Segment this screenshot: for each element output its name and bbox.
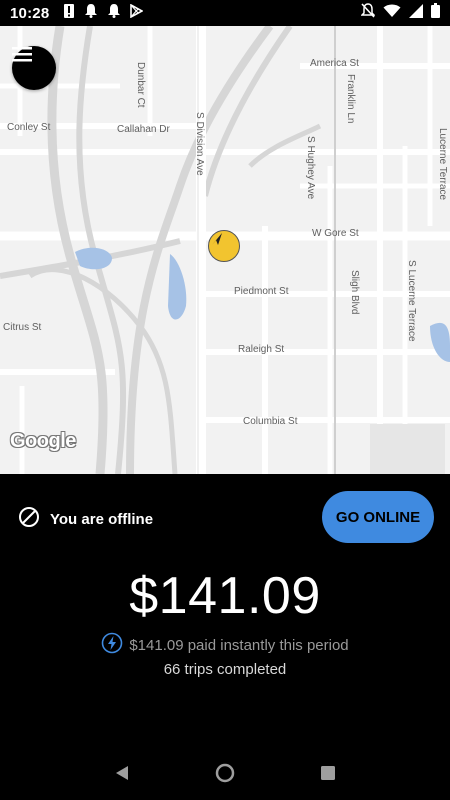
driver-status-panel: You are offline GO ONLINE $141.09 $141.0… — [0, 474, 450, 750]
street-label-hughey: S Hughey Ave — [305, 136, 316, 200]
earnings-amount: $141.09 — [129, 567, 321, 625]
street-label-citrus: Citrus St — [3, 322, 42, 333]
status-right-icons — [360, 3, 440, 23]
instant-pay-text: $141.09 paid instantly this period — [129, 636, 349, 654]
google-logo: Google — [10, 430, 76, 452]
instant-pay-row: $141.09 paid instantly this period — [0, 632, 450, 658]
back-icon — [114, 765, 130, 786]
street-label-america: America St — [310, 58, 359, 69]
street-label-dunbar: Dunbar Ct — [135, 62, 146, 108]
home-button[interactable] — [205, 755, 245, 795]
status-bar: 10:28 — [0, 0, 450, 26]
status-time: 10:28 — [10, 4, 50, 22]
status-left-icons — [63, 3, 145, 23]
wifi-icon — [383, 4, 401, 23]
map-view[interactable]: America St Franklin Ln Dunbar Ct Conley … — [0, 26, 450, 474]
trips-completed-text: 66 trips completed — [163, 661, 287, 678]
notification-bell-icon — [84, 3, 98, 23]
lightning-icon — [101, 632, 123, 658]
street-label-piedmont: Piedmont St — [234, 286, 289, 297]
battery-icon — [431, 3, 440, 23]
signal-icon — [409, 3, 423, 23]
street-label-sligh: Sligh Blvd — [349, 270, 360, 315]
back-button[interactable] — [102, 755, 142, 795]
recents-button[interactable] — [308, 755, 348, 795]
notifications-off-icon — [360, 3, 376, 23]
offline-status: You are offline — [18, 506, 153, 533]
street-label-lucerne-terrace: Lucerne Terrace — [437, 128, 448, 201]
alert-icon — [63, 3, 75, 23]
street-label-division: S Division Ave — [194, 112, 205, 176]
home-icon — [215, 763, 235, 788]
offline-status-text: You are offline — [50, 511, 154, 528]
street-label-s-lucerne: S Lucerne Terrace — [406, 260, 417, 342]
go-online-button[interactable]: GO ONLINE — [322, 491, 434, 543]
street-label-callahan: Callahan Dr — [117, 124, 170, 135]
menu-button[interactable] — [12, 46, 56, 90]
vehicle-location-marker — [208, 230, 240, 262]
notification-bell-icon — [107, 3, 121, 23]
street-label-raleigh: Raleigh St — [238, 344, 285, 355]
street-label-gore: W Gore St — [312, 228, 359, 239]
play-store-icon — [130, 3, 145, 23]
system-nav-bar — [0, 750, 450, 800]
offline-icon — [18, 506, 40, 533]
street-label-columbia: Columbia St — [243, 416, 298, 427]
street-label-franklin: Franklin Ln — [345, 74, 356, 124]
street-label-conley: Conley St — [7, 122, 51, 133]
recents-icon — [320, 765, 336, 786]
